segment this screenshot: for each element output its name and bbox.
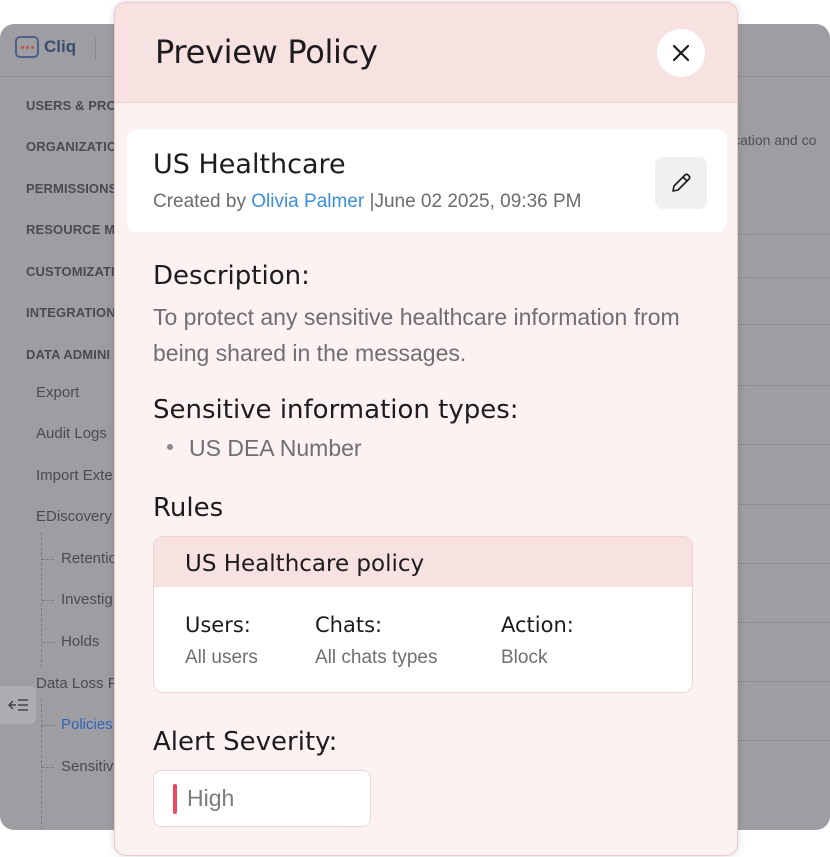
row-divider [730,324,830,325]
nav-section-customization[interactable]: CUSTOMIZATI [26,264,115,279]
row-divider [730,740,830,741]
nav-section-organization[interactable]: ORGANIZATIO [26,139,117,154]
edit-policy-button[interactable] [655,157,707,209]
nav-item-holds[interactable]: Holds [61,633,99,650]
close-button[interactable] [657,29,705,77]
chats-label: Chats: [315,613,383,637]
sensitive-type-label: US DEA Number [189,435,362,461]
row-divider [730,622,830,623]
sensitive-type-item: US DEA Number [167,435,362,462]
action-value: Block [501,647,548,668]
row-divider [730,504,830,505]
policy-meta: Created by Olivia Palmer |June 02 2025, … [153,191,581,213]
users-label: Users: [185,613,251,637]
preview-policy-modal: Preview Policy US Healthcare Created by … [114,2,738,856]
rule-users: Users: All users [185,613,258,669]
app-logo[interactable]: Cliq [15,36,76,58]
nav-item-ediscovery[interactable]: EDiscovery [36,508,112,525]
rule-card: US Healthcare policy Users: All users Ch… [153,536,693,693]
close-icon [672,44,690,62]
chats-value: All chats types [315,647,438,668]
created-by-label: Created by [153,191,246,212]
main-content-fragment: ication and co [730,24,830,830]
row-divider [730,444,830,445]
bullet-dot [167,443,173,450]
alert-severity-field: High [153,770,371,827]
policy-name: US Healthcare [153,149,346,180]
tree-line [41,699,42,829]
modal-title: Preview Policy [155,33,378,71]
nav-item-export[interactable]: Export [36,384,79,401]
action-label: Action: [501,613,574,637]
created-date: June 02 2025, 09:36 PM [374,191,582,212]
tree-branch [42,600,54,601]
nav-item-retention[interactable]: Retentio [61,550,117,567]
sensitive-types-heading: Sensitive information types: [153,395,519,425]
severity-indicator [173,784,177,814]
sidebar-collapse-icon [8,699,28,711]
pencil-icon [672,173,691,192]
rule-action: Action: Block [501,613,574,669]
nav-section-users[interactable]: USERS & PROF [26,98,125,113]
nav-section-permissions[interactable]: PERMISSIONS [26,181,117,196]
nav-section-integration[interactable]: INTEGRATION [26,305,116,320]
tree-branch [42,559,54,560]
rule-title: US Healthcare policy [185,551,425,577]
rule-card-header: US Healthcare policy [154,537,692,587]
tree-branch [42,642,54,643]
tree-branch [42,767,54,768]
nav-item-policies[interactable]: Policies [61,716,113,733]
rule-chats: Chats: All chats types [315,613,438,669]
cliq-logo-icon [15,36,39,58]
author-link[interactable]: Olivia Palmer [251,191,364,212]
content-text-fragment: ication and co [730,132,817,148]
row-divider [730,563,830,564]
sidebar-collapse-button[interactable] [0,686,36,724]
severity-value: High [187,785,235,811]
modal-header: Preview Policy [115,3,737,103]
row-divider [730,385,830,386]
app-name: Cliq [44,37,77,56]
users-value: All users [185,647,258,668]
tree-branch [42,725,54,726]
nav-item-data-loss-prevention[interactable]: Data Loss P [36,675,118,692]
description-text: To protect any sensitive healthcare info… [153,304,680,366]
nav-item-sensitive[interactable]: Sensitiv [61,758,114,775]
row-divider [730,277,830,278]
nav-section-data-admin[interactable]: DATA ADMINI [26,347,110,362]
description-heading: Description: [153,261,310,291]
row-divider [730,234,830,235]
alert-severity-heading: Alert Severity: [153,727,338,757]
nav-section-resource[interactable]: RESOURCE MA [26,222,125,237]
topbar-divider [95,38,96,60]
row-divider [730,681,830,682]
nav-item-import[interactable]: Import Exte [36,467,113,484]
nav-item-investigation[interactable]: Investig [61,591,113,608]
rules-heading: Rules [153,493,224,523]
nav-item-audit-logs[interactable]: Audit Logs [36,425,107,442]
policy-summary-card: US Healthcare Created by Olivia Palmer |… [127,129,727,232]
